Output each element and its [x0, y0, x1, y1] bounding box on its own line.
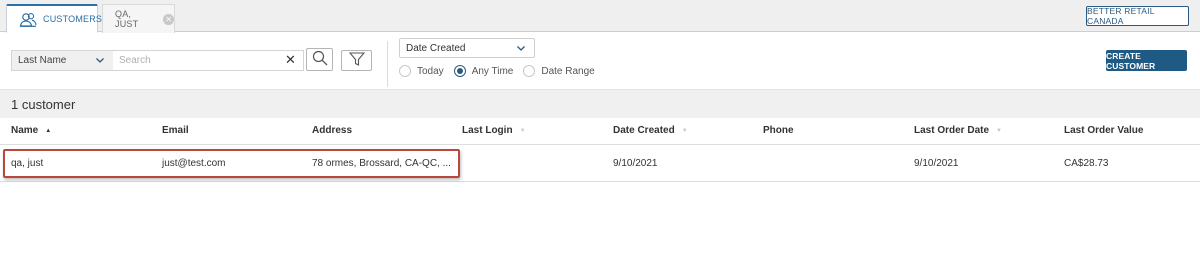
date-filter-select[interactable]: Date Created: [399, 38, 535, 58]
cell-address: 78 ormes, Brossard, CA-QC, ...: [312, 158, 451, 169]
cell-last-order-value: CA$28.73: [1064, 158, 1109, 169]
column-header-last-order-date[interactable]: Last Order Date ▼: [914, 125, 1002, 136]
radio-circle: [523, 65, 536, 77]
tab-customers-label: CUSTOMERS: [43, 14, 103, 24]
radio-today[interactable]: Today: [399, 65, 444, 77]
column-header-last-login[interactable]: Last Login ▼: [462, 125, 526, 136]
sort-icon: ▼: [996, 127, 1002, 134]
radio-date-range[interactable]: Date Range: [523, 65, 595, 77]
store-selector-button[interactable]: BETTER RETAIL CANADA: [1086, 6, 1189, 26]
cell-date-created: 9/10/2021: [613, 158, 658, 169]
column-header-phone[interactable]: Phone: [763, 125, 794, 136]
create-customer-label: CREATE CUSTOMER: [1106, 50, 1156, 71]
cell-email: just@test.com: [162, 158, 226, 169]
create-customer-button[interactable]: CREATE CUSTOMER: [1106, 50, 1187, 71]
column-header-label: Email: [162, 125, 189, 136]
radio-date-range-label: Date Range: [541, 65, 595, 77]
sort-icon: ▼: [519, 127, 526, 134]
date-range-radios: Today Any Time Date Range: [399, 64, 605, 78]
tab-bar: CUSTOMERS QA, JUST ✕ BETTER RETAIL CANAD…: [0, 0, 1200, 33]
table-header: Name ▲ Email Address Last Login ▼ Date C…: [0, 118, 1200, 145]
date-filter-value: Date Created: [406, 42, 466, 54]
tab-qa-just[interactable]: QA, JUST ✕: [102, 4, 175, 33]
tab-customers[interactable]: CUSTOMERS: [6, 4, 102, 33]
tab-qa-just-label: QA, JUST: [115, 9, 139, 29]
chevron-down-icon: [516, 43, 526, 56]
cell-name: qa, just: [11, 158, 44, 169]
clear-search-icon[interactable]: ✕: [285, 52, 296, 68]
toolbar-divider: [387, 41, 388, 87]
sort-ascending-icon: ▲: [45, 127, 52, 134]
filter-button[interactable]: [341, 50, 372, 71]
column-header-label: Last Order Date: [914, 125, 990, 136]
column-header-label: Date Created: [613, 125, 675, 136]
chevron-down-icon: [95, 55, 105, 68]
column-header-date-created[interactable]: Date Created ▼: [613, 125, 688, 136]
column-header-address[interactable]: Address: [312, 125, 352, 136]
search-input[interactable]: [113, 50, 304, 71]
results-count-bar: 1 customer: [0, 89, 1200, 118]
filter-icon: [348, 52, 365, 69]
radio-any-time[interactable]: Any Time: [453, 65, 514, 77]
column-header-label: Address: [312, 125, 353, 136]
radio-today-label: Today: [417, 65, 444, 77]
column-header-label: Name: [11, 125, 39, 136]
cell-last-order-date: 9/10/2021: [914, 158, 959, 169]
close-icon[interactable]: ✕: [163, 13, 174, 25]
radio-any-time-label: Any Time: [471, 65, 514, 77]
column-header-last-order-value[interactable]: Last Order Value: [1064, 125, 1143, 136]
search-field-select[interactable]: Last Name: [11, 50, 114, 71]
search-button[interactable]: [306, 48, 333, 71]
sort-icon: ▼: [681, 127, 688, 134]
radio-circle-selected: [453, 65, 466, 77]
search-field-value: Last Name: [18, 55, 67, 66]
results-count: 1 customer: [11, 97, 76, 112]
column-header-name[interactable]: Name ▲: [11, 125, 51, 136]
column-header-label: Last Order Value: [1064, 125, 1144, 136]
table-row[interactable]: qa, just just@test.com 78 ormes, Brossar…: [0, 146, 1200, 182]
column-header-label: Last Login: [462, 125, 513, 136]
filter-toolbar: Last Name ✕ Date Created Today Any Time: [0, 33, 1200, 89]
radio-circle: [399, 65, 411, 77]
customers-icon: [19, 11, 37, 27]
column-header-label: Phone: [763, 125, 794, 136]
search-icon: [312, 50, 328, 69]
store-selector-label: BETTER RETAIL CANADA: [1087, 6, 1155, 26]
column-header-email[interactable]: Email: [162, 125, 189, 136]
